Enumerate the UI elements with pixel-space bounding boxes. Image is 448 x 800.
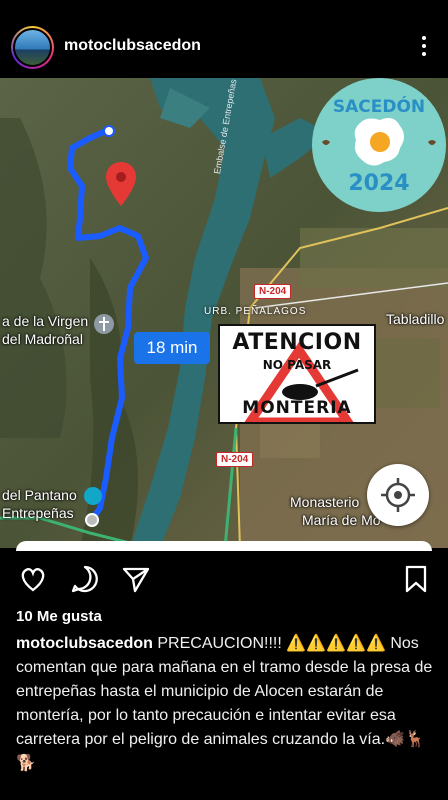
caption-lead: PRECAUCION!!!! (157, 635, 282, 652)
post-caption: motoclubsacedon PRECAUCION!!!! ⚠️⚠️⚠️⚠️⚠… (16, 632, 436, 776)
send-icon[interactable] (121, 564, 151, 594)
heart-icon[interactable] (18, 564, 48, 594)
map-label-monasterio: Monasterio (290, 494, 360, 510)
destination-pin-icon (106, 162, 136, 206)
map-label-tabladillo: Tabladillo (386, 311, 445, 327)
sign-line-2: NO PASAR (262, 358, 332, 372)
sign-line-3: MONTERIA (242, 398, 352, 418)
fried-egg-icon: SACEDÓN 2024 (315, 81, 443, 209)
badge-title: SACEDÓN (333, 95, 425, 117)
sign-line-1: ATENCION (232, 330, 362, 355)
map-label-madronal: del Madroñal (2, 331, 83, 347)
post-actions (0, 556, 448, 602)
road-badge: N-204 (216, 452, 254, 467)
likes-count[interactable]: 10 Me gusta (16, 608, 102, 625)
map-label-virgen: a de la Virgen (2, 313, 89, 329)
post-image-map[interactable]: Embalse de Entrepeñas URB. PEÑALAGOS N-2… (0, 78, 448, 548)
bookmark-icon[interactable] (401, 564, 431, 594)
warning-sign-image: ATENCION NO PASAR MONTERIA (218, 324, 376, 424)
caption-username[interactable]: motoclubsacedon (16, 635, 153, 652)
username[interactable]: motoclubsacedon (64, 37, 201, 55)
road-badge: N-204 (254, 284, 292, 299)
map-label-entrepenas: Entrepeñas (2, 505, 74, 521)
post-header: motoclubsacedon (0, 0, 448, 78)
badge-year: 2024 (348, 171, 409, 196)
comment-icon[interactable] (70, 564, 100, 594)
locate-button[interactable] (367, 464, 429, 526)
more-vertical-icon[interactable] (412, 32, 436, 60)
map-sheet-handle (16, 541, 432, 551)
sacedon-2024-badge: SACEDÓN 2024 (312, 78, 446, 212)
crosshair-icon (381, 478, 415, 512)
route-duration-label: 18 min (134, 332, 210, 364)
map-label-urb: URB. PEÑALAGOS (204, 306, 307, 317)
avatar[interactable] (11, 26, 54, 69)
caption-warnings: ⚠️⚠️⚠️⚠️⚠️ (286, 635, 386, 652)
map-label-pantano: del Pantano (2, 487, 77, 503)
